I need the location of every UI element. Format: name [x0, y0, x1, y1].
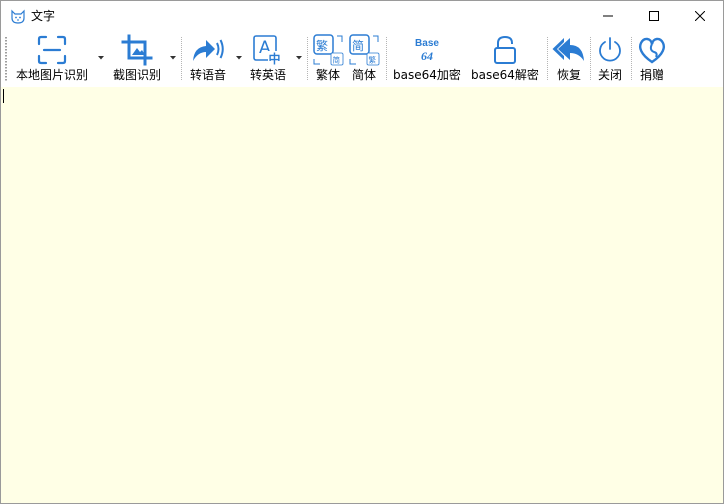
simp-sub-glyph: 繁	[369, 55, 377, 65]
text-caret	[3, 89, 4, 103]
scan-frame-icon	[37, 35, 67, 65]
translate-icon: A 中	[253, 35, 282, 66]
cat-app-icon	[11, 9, 25, 24]
toolbar-separator	[181, 37, 182, 81]
translate-zh-glyph: 中	[269, 51, 281, 66]
local-image-ocr-label: 本地图片识别	[15, 68, 88, 82]
crop-icon	[121, 34, 153, 66]
simplified-chinese-label: 简体	[351, 68, 376, 82]
toolbar: 本地图片识别 截图识别 转语音 A 中 转英语 繁 简 繁体 简 繁 简体 Ba…	[1, 31, 723, 87]
trad-sub-glyph: 简	[333, 55, 341, 65]
to-speech-button[interactable]: 转语音	[185, 31, 231, 85]
simplified-convert-icon: 简 繁	[349, 34, 380, 66]
minimize-button[interactable]	[585, 1, 631, 31]
to-speech-dropdown-arrow[interactable]	[235, 55, 243, 61]
heart-icon	[638, 37, 666, 64]
toolbar-separator	[547, 37, 548, 81]
title-bar: 文字	[1, 1, 723, 31]
simplified-chinese-button[interactable]: 简 繁 简体	[346, 31, 382, 85]
reply-all-icon	[552, 38, 584, 61]
donate-label: 捐赠	[639, 68, 664, 82]
to-english-button[interactable]: A 中 转英语	[245, 31, 291, 85]
window-title: 文字	[31, 9, 56, 23]
unlock-icon	[494, 35, 516, 64]
close-app-button[interactable]: 关闭	[592, 31, 628, 85]
to-english-dropdown-arrow[interactable]	[295, 55, 303, 61]
screenshot-ocr-label: 截图识别	[112, 68, 161, 82]
minimize-icon	[603, 15, 613, 17]
restore-label: 恢复	[556, 68, 581, 82]
to-english-label: 转英语	[249, 68, 286, 82]
screenshot-ocr-dropdown-arrow[interactable]	[169, 55, 177, 61]
close-window-button[interactable]	[677, 1, 723, 31]
simp-main-glyph: 简	[352, 39, 364, 53]
base64-encode-button[interactable]: Base 64 base64加密	[389, 31, 465, 85]
power-icon	[599, 37, 621, 62]
toolbar-separator	[631, 37, 632, 81]
screenshot-ocr-button[interactable]: 截图识别	[107, 31, 167, 85]
speech-forward-icon	[193, 39, 224, 61]
close-app-label: 关闭	[597, 68, 622, 82]
toolbar-separator	[307, 37, 308, 81]
donate-button[interactable]: 捐赠	[633, 31, 671, 85]
text-editor[interactable]	[1, 87, 723, 503]
toolbar-separator	[590, 37, 591, 81]
toolbar-separator	[386, 37, 387, 81]
local-ocr-dropdown-arrow[interactable]	[97, 55, 105, 61]
app-window: 文字 本地图片识别 截图识别 转语音 A 中 转英语 繁 简 繁体 简 繁 简体…	[0, 0, 724, 504]
base64-icon-line2: 64	[421, 49, 433, 63]
maximize-icon	[649, 11, 659, 21]
base64-decode-label: base64解密	[471, 68, 539, 82]
trad-main-glyph: 繁	[316, 38, 328, 53]
to-speech-label: 转语音	[189, 68, 226, 82]
traditional-chinese-label: 繁体	[315, 68, 340, 82]
traditional-convert-icon: 繁 简	[313, 34, 344, 66]
base64-decode-button[interactable]: base64解密	[467, 31, 543, 85]
maximize-button[interactable]	[631, 1, 677, 31]
close-icon	[695, 11, 705, 21]
restore-button[interactable]: 恢复	[550, 31, 588, 85]
local-image-ocr-button[interactable]: 本地图片识别	[11, 31, 93, 85]
base64-encode-label: base64加密	[393, 68, 461, 82]
toolbar-gripper[interactable]	[5, 37, 7, 81]
traditional-chinese-button[interactable]: 繁 简 繁体	[310, 31, 346, 85]
